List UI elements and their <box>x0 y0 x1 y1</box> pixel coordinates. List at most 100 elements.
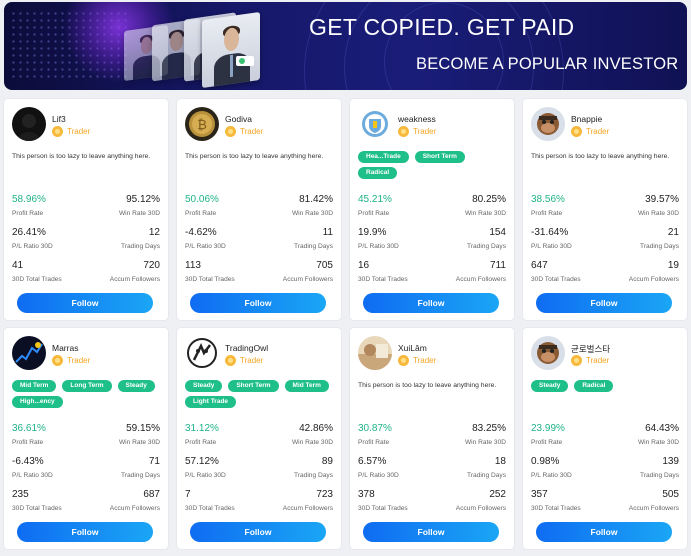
stat-row: 113 705 30D Total Trades Accum Followers <box>185 260 333 293</box>
total-trades-value: 647 <box>531 260 548 271</box>
total-trades-label: 30D Total Trades <box>12 276 62 283</box>
win-rate-value: 81.42% <box>299 194 333 205</box>
trader-stats: 58.96% 95.12% Profit Rate Win Rate 30D 26.41… <box>12 194 160 293</box>
win-rate-value: 95.12% <box>126 194 160 205</box>
total-trades-value: 357 <box>531 489 548 500</box>
ape-avatar[interactable] <box>531 107 565 141</box>
profit-rate-label: Profit Rate <box>12 210 44 217</box>
role-label: Trader <box>413 356 437 365</box>
medal-icon <box>398 126 409 137</box>
strategy-tag: Steady <box>185 380 223 392</box>
trader-name[interactable]: Bnappie <box>571 114 602 124</box>
trading-days-value: 154 <box>489 227 506 238</box>
photo-avatar[interactable] <box>358 336 392 370</box>
strategy-tag: Short Term <box>228 380 279 392</box>
total-trades-label: 30D Total Trades <box>185 505 235 512</box>
trading-days-value: 139 <box>662 456 679 467</box>
trader-name[interactable]: Lif3 <box>52 114 66 124</box>
profit-rate-label: Profit Rate <box>358 439 390 446</box>
trader-role: Trader <box>398 355 436 366</box>
tag-list: Steady Radical <box>531 380 683 392</box>
followers-label: Accum Followers <box>282 505 333 512</box>
strategy-tag: Hea...Trade <box>358 151 409 163</box>
total-trades-value: 41 <box>12 260 24 271</box>
win-rate-value: 39.57% <box>645 194 679 205</box>
stat-row: 26.41% 12 P/L Ratio 30D Trading Days <box>12 227 160 260</box>
followers-value: 19 <box>667 260 679 271</box>
followers-label: Accum Followers <box>628 276 679 283</box>
followers-label: Accum Followers <box>109 276 160 283</box>
trader-card[interactable]: Lif3 Trader This person is too lazy to lea… <box>4 99 168 320</box>
pl-ratio-label: P/L Ratio 30D <box>185 472 226 479</box>
trader-card[interactable]: TradingOwl Trader Steady Short Term Mid Term… <box>177 328 341 549</box>
follow-button[interactable]: Follow <box>17 522 153 542</box>
trader-card[interactable]: ₿ Godiva Trader This person is too lazy to … <box>177 99 341 320</box>
trader-card[interactable]: 균로벌스타 Trader Steady Radical 23.99% 64.43% Prof… <box>523 328 687 549</box>
trader-name[interactable]: Marras <box>52 343 78 353</box>
trading-days-value: 11 <box>322 227 333 238</box>
dark-black-avatar[interactable] <box>12 107 46 141</box>
win-rate-label: Win Rate 30D <box>464 439 506 446</box>
win-rate-label: Win Rate 30D <box>118 210 160 217</box>
strategy-tag: High...ency <box>12 396 63 408</box>
trader-card[interactable]: weakness Trader Hea...Trade Short Term Radic… <box>350 99 514 320</box>
strategy-tag: Mid Term <box>12 380 57 392</box>
trading-days-label: Trading Days <box>467 472 506 479</box>
win-rate-label: Win Rate 30D <box>291 439 333 446</box>
owl-logo-avatar[interactable] <box>185 336 219 370</box>
trader-card[interactable]: XuiLâm Trader This person is too lazy to l… <box>350 328 514 549</box>
bitcoin-coin-avatar[interactable]: ₿ <box>185 107 219 141</box>
total-trades-value: 7 <box>185 489 191 500</box>
role-label: Trader <box>67 356 91 365</box>
follow-button[interactable]: Follow <box>536 293 672 313</box>
follow-button[interactable]: Follow <box>190 522 326 542</box>
profit-rate-value: 38.56% <box>531 194 565 205</box>
profit-rate-value: 30.87% <box>358 423 392 434</box>
trader-name[interactable]: XuiLâm <box>398 343 427 353</box>
tag-list: Steady Short Term Mid Term Light Trade <box>185 380 337 408</box>
trader-name[interactable]: weakness <box>398 114 436 124</box>
medal-icon <box>225 126 236 137</box>
followers-value: 705 <box>316 260 333 271</box>
stat-row: 23.99% 64.43% Profit Rate Win Rate 30D <box>531 423 679 456</box>
trader-name[interactable]: 균로벌스타 <box>571 343 610 355</box>
pl-ratio-label: P/L Ratio 30D <box>12 243 53 250</box>
strategy-tag: Mid Term <box>284 380 329 392</box>
profit-rate-label: Profit Rate <box>358 210 390 217</box>
stat-row: 45.21% 80.25% Profit Rate Win Rate 30D <box>358 194 506 227</box>
trader-stats: 38.56% 39.57% Profit Rate Win Rate 30D -31.6… <box>531 194 679 293</box>
trader-name[interactable]: Godiva <box>225 114 252 124</box>
strategy-tag: Steady <box>117 380 155 392</box>
follow-button[interactable]: Follow <box>536 522 672 542</box>
stat-row: 58.96% 95.12% Profit Rate Win Rate 30D <box>12 194 160 227</box>
pl-ratio-label: P/L Ratio 30D <box>12 472 53 479</box>
trader-stats: 50.06% 81.42% Profit Rate Win Rate 30D -4.62… <box>185 194 333 293</box>
trader-card[interactable]: Bnappie Trader This person is too lazy to … <box>523 99 687 320</box>
banner-subtitle: BECOME A POPULAR INVESTOR <box>416 55 679 73</box>
promo-banner[interactable]: GET COPIED. GET PAID BECOME A POPULAR IN… <box>4 2 687 90</box>
follow-button[interactable]: Follow <box>17 293 153 313</box>
profit-rate-label: Profit Rate <box>185 210 217 217</box>
chart-night-avatar[interactable] <box>12 336 46 370</box>
followers-label: Accum Followers <box>455 276 506 283</box>
profit-rate-value: 36.61% <box>12 423 46 434</box>
role-label: Trader <box>413 127 437 136</box>
club-crest-avatar[interactable] <box>358 107 392 141</box>
ape-avatar[interactable] <box>531 336 565 370</box>
followers-value: 505 <box>662 489 679 500</box>
trader-photo-card <box>202 11 260 89</box>
profit-rate-value: 45.21% <box>358 194 392 205</box>
pl-ratio-value: -31.64% <box>531 227 569 238</box>
stat-row: -31.64% 21 P/L Ratio 30D Trading Days <box>531 227 679 260</box>
stat-row: 0.98% 139 P/L Ratio 30D Trading Days <box>531 456 679 489</box>
trader-card[interactable]: Marras Trader Mid Term Long Term Steady High.… <box>4 328 168 549</box>
stat-row: 50.06% 81.42% Profit Rate Win Rate 30D <box>185 194 333 227</box>
followers-label: Accum Followers <box>109 505 160 512</box>
trader-name[interactable]: TradingOwl <box>225 343 268 353</box>
follow-button[interactable]: Follow <box>363 293 499 313</box>
win-rate-label: Win Rate 30D <box>118 439 160 446</box>
follow-button[interactable]: Follow <box>363 522 499 542</box>
trading-days-label: Trading Days <box>294 243 333 250</box>
stat-row: 378 252 30D Total Trades Accum Followers <box>358 489 506 522</box>
follow-button[interactable]: Follow <box>190 293 326 313</box>
